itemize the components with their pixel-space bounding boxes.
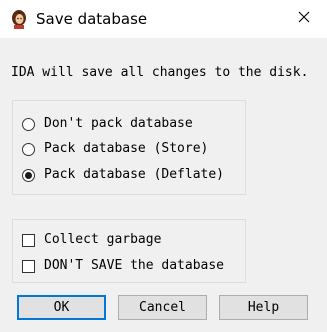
checkbox-collect-garbage[interactable]: Collect garbage — [22, 230, 161, 250]
checkbox[interactable] — [22, 259, 35, 273]
close-button[interactable] — [281, 0, 327, 38]
close-icon — [298, 11, 310, 27]
radio-pack-store[interactable]: Pack database (Store) — [22, 139, 208, 159]
checkbox-dont-save[interactable]: DON'T SAVE the database — [22, 256, 224, 276]
radio-dont-pack[interactable]: Don't pack database — [22, 114, 193, 134]
checkbox-label: DON'T SAVE the database — [44, 258, 225, 273]
cancel-button[interactable]: Cancel — [118, 295, 207, 320]
dialog-title: Save database — [36, 10, 148, 28]
title-bar: Save database — [0, 0, 327, 38]
help-button[interactable]: Help — [219, 295, 308, 320]
radio-button[interactable] — [22, 142, 35, 156]
checkbox[interactable] — [22, 233, 35, 247]
info-message: IDA will save all changes to the disk. — [11, 65, 309, 80]
radio-label: Don't pack database — [44, 116, 193, 131]
radio-button[interactable] — [22, 117, 35, 131]
checkbox-label: Collect garbage — [44, 232, 162, 247]
radio-pack-deflate[interactable]: Pack database (Deflate) — [22, 165, 224, 185]
radio-button[interactable] — [22, 168, 35, 182]
ida-logo-icon — [9, 9, 29, 29]
ok-button[interactable]: OK — [17, 295, 106, 320]
radio-label: Pack database (Deflate) — [44, 167, 225, 182]
radio-label: Pack database (Store) — [44, 141, 209, 156]
save-database-dialog: Save database IDA will save all changes … — [0, 0, 327, 332]
